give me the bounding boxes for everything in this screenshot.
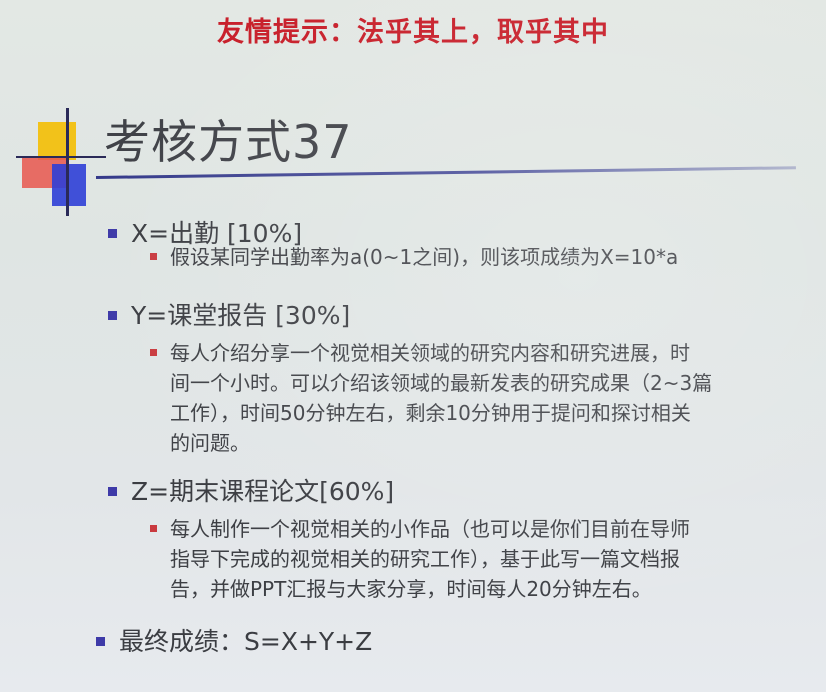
item-label: Y=课堂报告 [30%] <box>131 301 351 330</box>
sub-bullet-square-icon <box>150 525 157 532</box>
item-label: Z=期末课程论文[60%] <box>131 477 395 506</box>
sub-bullet-square-icon <box>150 349 157 356</box>
logo-vertical-line <box>66 108 69 216</box>
subitem-line: 工作），时间50分钟左右，剩余10分钟用于提问和探讨相关 <box>170 401 691 425</box>
list-item-final: 最终成绩：S=X+Y+Z <box>96 622 372 658</box>
subitem-text: 假设某同学出勤率为a(0~1之间)，则该项成绩为X=10*a <box>170 245 679 269</box>
subitem-line: 每人介绍分享一个视觉相关领域的研究内容和研究进展，时 <box>170 341 690 365</box>
subitem-line: 每人制作一个视觉相关的小作品（也可以是你们目前在导师 <box>170 517 690 541</box>
slide: 友情提示：法乎其上，取乎其中 考核方式37 X=出勤 [10%] 假设某同学出勤… <box>0 0 826 692</box>
tip-text: 友情提示：法乎其上，取乎其中 <box>217 17 609 48</box>
item-label: 最终成绩：S=X+Y+Z <box>119 627 373 656</box>
list-item-y: Y=课堂报告 [30%] <box>108 296 350 332</box>
list-subitem-y: 每人介绍分享一个视觉相关领域的研究内容和研究进展，时 间一个小时。可以介绍该领域… <box>150 338 713 458</box>
subitem-line: 的问题。 <box>170 431 250 455</box>
bullet-square-icon <box>108 486 117 496</box>
logo-blue-square <box>52 164 86 206</box>
logo-yellow-square <box>38 122 76 160</box>
list-item-z: Z=期末课程论文[60%] <box>108 472 394 508</box>
bullet-square-icon <box>108 310 117 320</box>
sub-bullet-square-icon <box>150 253 157 260</box>
slide-title: 考核方式37 <box>104 115 353 169</box>
logo-horizontal-line <box>16 156 106 158</box>
subitem-line: 间一个小时。可以介绍该领域的最新发表的研究成果（2~3篇 <box>170 371 713 395</box>
bullet-square-icon <box>108 228 117 238</box>
logo-graphic <box>16 108 106 218</box>
subitem-line: 告，并做PPT汇报与大家分享，时间每人20分钟左右。 <box>170 577 652 601</box>
list-subitem-x: 假设某同学出勤率为a(0~1之间)，则该项成绩为X=10*a <box>150 242 679 272</box>
bullet-square-icon <box>96 636 105 646</box>
subitem-line: 指导下完成的视觉相关的研究工作），基于此写一篇文档报 <box>170 547 680 571</box>
list-subitem-z: 每人制作一个视觉相关的小作品（也可以是你们目前在导师 指导下完成的视觉相关的研究… <box>150 514 690 604</box>
